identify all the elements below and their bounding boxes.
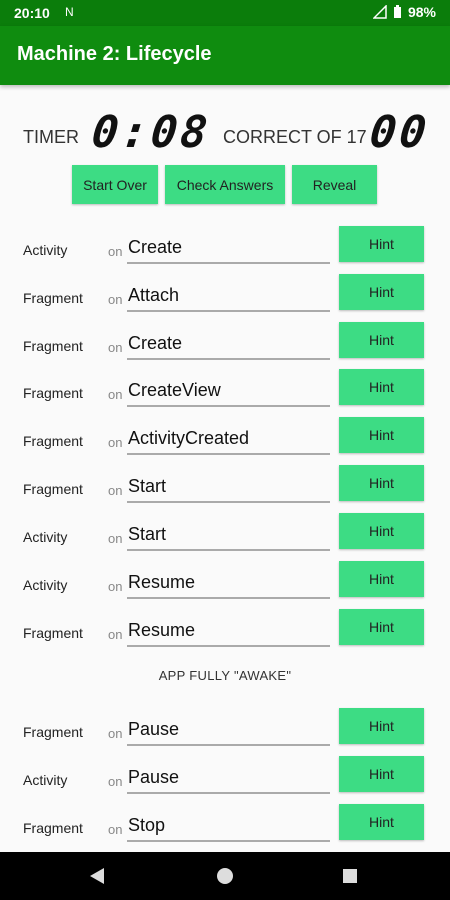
on-prefix: on bbox=[108, 579, 123, 594]
method-input[interactable]: Stop bbox=[127, 810, 330, 842]
hint-button[interactable]: Hint bbox=[339, 756, 424, 792]
battery-level: 98% bbox=[407, 4, 436, 20]
component-label: Fragment bbox=[23, 290, 83, 306]
on-prefix: on bbox=[108, 340, 123, 355]
back-icon[interactable] bbox=[90, 868, 104, 884]
method-input[interactable]: Pause bbox=[127, 714, 330, 746]
app-awake-divider: APP FULLY "AWAKE" bbox=[158, 668, 292, 683]
method-input[interactable]: Resume bbox=[127, 615, 330, 647]
recents-icon[interactable] bbox=[343, 869, 357, 883]
lifecycle-row: Fragment on Stop Hint bbox=[0, 804, 450, 852]
component-label: Fragment bbox=[23, 724, 83, 740]
hint-button[interactable]: Hint bbox=[339, 609, 424, 645]
lifecycle-row: Activity on Create Hint bbox=[0, 226, 450, 274]
method-input[interactable]: Create bbox=[127, 232, 330, 264]
battery-icon bbox=[393, 5, 401, 18]
hint-button[interactable]: Hint bbox=[339, 274, 424, 310]
method-input[interactable]: Start bbox=[127, 519, 330, 551]
component-label: Fragment bbox=[23, 338, 83, 354]
page-title: Machine 2: Lifecycle bbox=[17, 43, 212, 65]
on-prefix: on bbox=[108, 292, 123, 307]
timer-display: 0:08 bbox=[89, 107, 213, 158]
correct-count-display: 00 bbox=[367, 107, 432, 158]
lifecycle-row: Fragment on Create Hint bbox=[0, 322, 450, 370]
method-value: Resume bbox=[128, 620, 196, 640]
method-input[interactable]: Attach bbox=[127, 280, 330, 312]
method-input[interactable]: Resume bbox=[127, 567, 330, 599]
on-prefix: on bbox=[108, 531, 123, 546]
method-value: Create bbox=[128, 333, 183, 353]
method-input[interactable]: Pause bbox=[127, 762, 330, 794]
correct-label: CORRECT OF 17 bbox=[223, 127, 367, 147]
hint-button[interactable]: Hint bbox=[339, 561, 424, 597]
hint-button[interactable]: Hint bbox=[339, 369, 424, 405]
timer-label: TIMER bbox=[23, 127, 79, 147]
hint-button[interactable]: Hint bbox=[339, 513, 424, 549]
method-value: Start bbox=[128, 524, 167, 544]
signal-icon bbox=[372, 5, 387, 19]
component-label: Fragment bbox=[23, 481, 83, 497]
method-value: CreateView bbox=[128, 380, 221, 400]
method-input[interactable]: ActivityCreated bbox=[127, 423, 330, 455]
on-prefix: on bbox=[108, 822, 123, 837]
on-prefix: on bbox=[108, 483, 123, 498]
lifecycle-row: Fragment on Start Hint bbox=[0, 465, 450, 513]
method-value: Stop bbox=[128, 815, 166, 835]
lifecycle-row: Activity on Pause Hint bbox=[0, 756, 450, 804]
lifecycle-row: Activity on Resume Hint bbox=[0, 561, 450, 609]
method-input[interactable]: CreateView bbox=[127, 375, 330, 407]
lifecycle-row: Fragment on ActivityCreated Hint bbox=[0, 417, 450, 465]
component-label: Activity bbox=[23, 577, 68, 593]
check-answers-button[interactable]: Check Answers bbox=[165, 165, 285, 204]
component-label: Fragment bbox=[23, 433, 83, 449]
status-right: 98% bbox=[372, 4, 436, 20]
lifecycle-row: Fragment on Pause Hint bbox=[0, 708, 450, 756]
on-prefix: on bbox=[108, 627, 123, 642]
method-value: Create bbox=[128, 237, 183, 257]
method-value: Start bbox=[128, 476, 167, 496]
on-prefix: on bbox=[108, 387, 123, 402]
component-label: Activity bbox=[23, 529, 68, 545]
home-icon[interactable] bbox=[217, 868, 233, 884]
component-label: Fragment bbox=[23, 820, 83, 836]
method-value: Pause bbox=[128, 719, 180, 739]
component-label: Fragment bbox=[23, 625, 83, 641]
component-label: Activity bbox=[23, 242, 68, 258]
method-input[interactable]: Start bbox=[127, 471, 330, 503]
method-input[interactable]: Create bbox=[127, 328, 330, 360]
on-prefix: on bbox=[108, 774, 123, 789]
lifecycle-row: Fragment on Resume Hint bbox=[0, 609, 450, 657]
reveal-button[interactable]: Reveal bbox=[292, 165, 377, 204]
method-value: Attach bbox=[128, 285, 180, 305]
component-label: Fragment bbox=[23, 385, 83, 401]
hint-button[interactable]: Hint bbox=[339, 322, 424, 358]
status-bar: 20:10 N 98% bbox=[0, 0, 450, 26]
component-label: Activity bbox=[23, 772, 68, 788]
hint-button[interactable]: Hint bbox=[339, 465, 424, 501]
hint-button[interactable]: Hint bbox=[339, 708, 424, 744]
lifecycle-row: Activity on Start Hint bbox=[0, 513, 450, 561]
timer-row: TIMER 0:08 CORRECT OF 17 00 bbox=[0, 105, 450, 165]
hint-button[interactable]: Hint bbox=[339, 804, 424, 840]
method-value: Pause bbox=[128, 767, 180, 787]
on-prefix: on bbox=[108, 726, 123, 741]
on-prefix: on bbox=[108, 435, 123, 450]
method-value: Resume bbox=[128, 572, 196, 592]
status-time: 20:10 bbox=[14, 5, 50, 21]
start-over-button[interactable]: Start Over bbox=[72, 165, 158, 204]
hint-button[interactable]: Hint bbox=[339, 417, 424, 453]
on-prefix: on bbox=[108, 244, 123, 259]
lifecycle-row: Fragment on Attach Hint bbox=[0, 274, 450, 322]
navigation-bar bbox=[0, 852, 450, 900]
method-value: ActivityCreated bbox=[128, 428, 250, 448]
lifecycle-row: Fragment on CreateView Hint bbox=[0, 369, 450, 417]
hint-button[interactable]: Hint bbox=[339, 226, 424, 262]
notification-icon: N bbox=[65, 5, 74, 19]
app-bar: Machine 2: Lifecycle bbox=[0, 26, 450, 85]
